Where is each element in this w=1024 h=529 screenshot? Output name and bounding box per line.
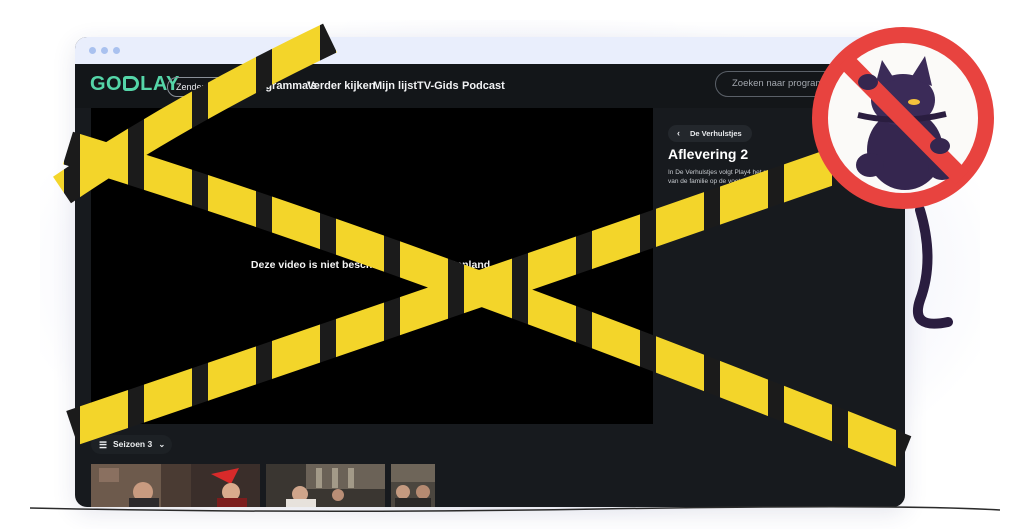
illustration: GO LAY Zender ⌄ Programma's Verder kijken… xyxy=(0,0,1024,529)
decorative-overlay xyxy=(29,23,1001,513)
prohibited-sign-icon xyxy=(812,27,994,209)
caution-tape xyxy=(53,23,337,204)
ground-line xyxy=(29,505,1001,513)
cat-tail xyxy=(913,205,953,329)
